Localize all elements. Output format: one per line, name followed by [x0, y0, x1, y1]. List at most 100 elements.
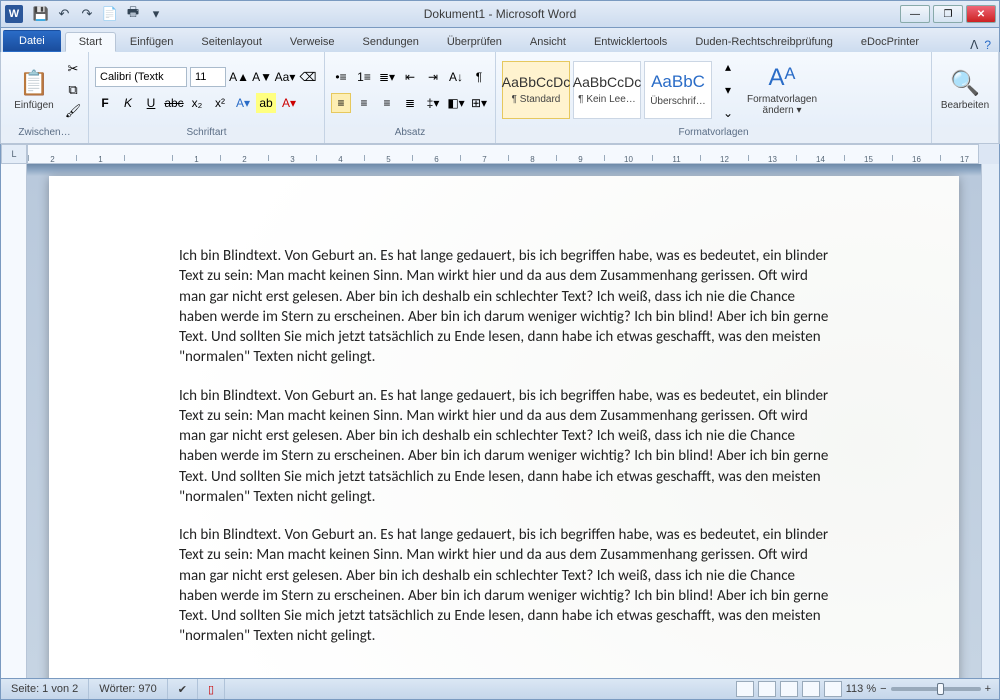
shading-button[interactable]: ◧▾: [446, 93, 466, 113]
subscript-button[interactable]: x₂: [187, 93, 207, 113]
ribbon-tabs: Datei Start Einfügen Seitenlayout Verwei…: [0, 28, 1000, 52]
change-case-button[interactable]: Aa▾: [275, 67, 295, 87]
highlight-button[interactable]: ab: [256, 93, 276, 113]
tab-file[interactable]: Datei: [3, 30, 61, 52]
tab-view[interactable]: Ansicht: [516, 32, 580, 52]
justify-button[interactable]: ≣: [400, 93, 420, 113]
group-label: [932, 127, 998, 143]
superscript-button[interactable]: x²: [210, 93, 230, 113]
paste-button[interactable]: 📋 Einfügen: [7, 57, 61, 123]
align-center-button[interactable]: ≡: [354, 93, 374, 113]
editing-button[interactable]: 🔍 Bearbeiten: [938, 57, 992, 123]
tab-edocprinter[interactable]: eDocPrinter: [847, 32, 933, 52]
zoom-out-button[interactable]: −: [880, 683, 886, 695]
zoom-in-button[interactable]: +: [985, 683, 991, 695]
outdent-button[interactable]: ⇤: [400, 67, 420, 87]
paragraph[interactable]: Ich bin Blindtext. Von Geburt an. Es hat…: [179, 525, 829, 647]
style-no-spacing[interactable]: AaBbCcDc ¶ Kein Lee…: [573, 61, 641, 119]
page[interactable]: Ich bin Blindtext. Von Geburt an. Es hat…: [49, 176, 959, 678]
help-icon[interactable]: ?: [984, 38, 991, 52]
horizontal-ruler-row: L 21 123 456 789 101112 131415 161718: [0, 144, 1000, 164]
style-heading1[interactable]: AaBbC Überschrif…: [644, 61, 712, 119]
font-name-combo[interactable]: Calibri (Textk: [95, 67, 187, 87]
tab-mailings[interactable]: Sendungen: [349, 32, 433, 52]
show-marks-button[interactable]: ¶: [469, 67, 489, 87]
group-label: Zwischen…: [1, 127, 88, 143]
font-color-button[interactable]: A▾: [279, 93, 299, 113]
view-outline[interactable]: [802, 681, 820, 697]
undo-button[interactable]: ↶: [54, 5, 74, 23]
tab-developer[interactable]: Entwicklertools: [580, 32, 681, 52]
paragraph[interactable]: Ich bin Blindtext. Von Geburt an. Es hat…: [179, 246, 829, 368]
close-button[interactable]: ✕: [966, 5, 996, 23]
document-scroll-area[interactable]: Ich bin Blindtext. Von Geburt an. Es hat…: [27, 164, 981, 678]
app-icon: W: [5, 5, 23, 23]
text-effects-button[interactable]: A▾: [233, 93, 253, 113]
redo-button[interactable]: ↷: [77, 5, 97, 23]
styles-row-down[interactable]: ▾: [718, 80, 738, 100]
change-styles-button[interactable]: Aᴬ Formatvorlagen ändern ▾: [741, 57, 823, 123]
grow-font-button[interactable]: A▲: [229, 67, 249, 87]
maximize-button[interactable]: ❐: [933, 5, 963, 23]
tab-review[interactable]: Überprüfen: [433, 32, 516, 52]
zoom-value[interactable]: 113 %: [846, 683, 876, 695]
indent-button[interactable]: ⇥: [423, 67, 443, 87]
titlebar: W 💾 ↶ ↷ 📄 🖶 ▾ Dokument1 - Microsoft Word…: [0, 0, 1000, 28]
copy-button[interactable]: ⧉: [64, 81, 82, 99]
clear-format-button[interactable]: ⌫: [298, 67, 318, 87]
borders-button[interactable]: ⊞▾: [469, 93, 489, 113]
quick-print-button[interactable]: 🖶: [123, 5, 143, 23]
tab-page-layout[interactable]: Seitenlayout: [187, 32, 276, 52]
underline-button[interactable]: U: [141, 93, 161, 113]
font-size-combo[interactable]: 11: [190, 67, 226, 87]
status-words[interactable]: Wörter: 970: [89, 679, 167, 699]
tab-insert[interactable]: Einfügen: [116, 32, 187, 52]
vertical-scrollbar[interactable]: [981, 164, 999, 678]
qat-dropdown[interactable]: ▾: [146, 5, 166, 23]
new-doc-button[interactable]: 📄: [100, 5, 120, 23]
horizontal-ruler[interactable]: 21 123 456 789 101112 131415 161718: [27, 144, 979, 164]
cut-button[interactable]: ✂: [64, 60, 82, 78]
minimize-button[interactable]: —: [900, 5, 930, 23]
style-standard[interactable]: AaBbCcDc ¶ Standard: [502, 61, 570, 119]
view-print-layout[interactable]: [736, 681, 754, 697]
align-right-button[interactable]: ≡: [377, 93, 397, 113]
bold-button[interactable]: F: [95, 93, 115, 113]
clipboard-icon: 📋: [19, 69, 49, 98]
group-font: Calibri (Textk 11 A▲ A▼ Aa▾ ⌫ F K U abc …: [89, 52, 325, 143]
group-styles: AaBbCcDc ¶ Standard AaBbCcDc ¶ Kein Lee……: [496, 52, 932, 143]
multilevel-button[interactable]: ≣▾: [377, 67, 397, 87]
zoom-slider[interactable]: [891, 687, 981, 691]
styles-row-up[interactable]: ▴: [718, 57, 738, 77]
quick-access-toolbar: 💾 ↶ ↷ 📄 🖶 ▾: [31, 5, 166, 23]
shrink-font-button[interactable]: A▼: [252, 67, 272, 87]
group-label: Absatz: [325, 127, 495, 143]
status-proofing[interactable]: ✔: [168, 679, 198, 699]
tab-duden[interactable]: Duden-Rechtschreibprüfung: [681, 32, 847, 52]
bullets-button[interactable]: •≡: [331, 67, 351, 87]
tab-references[interactable]: Verweise: [276, 32, 349, 52]
workspace: Ich bin Blindtext. Von Geburt an. Es hat…: [0, 164, 1000, 678]
line-spacing-button[interactable]: ‡▾: [423, 93, 443, 113]
status-macro[interactable]: ▯: [198, 679, 225, 699]
ruler-corner: L: [1, 144, 27, 164]
ribbon: 📋 Einfügen ✂ ⧉ 🖌 Zwischen… Calibri (Text…: [0, 52, 1000, 144]
paragraph[interactable]: Ich bin Blindtext. Von Geburt an. Es hat…: [179, 386, 829, 508]
format-painter-button[interactable]: 🖌: [64, 102, 82, 120]
strikethrough-button[interactable]: abc: [164, 93, 184, 113]
numbering-button[interactable]: 1≡: [354, 67, 374, 87]
sort-button[interactable]: A↓: [446, 67, 466, 87]
view-draft[interactable]: [824, 681, 842, 697]
tab-start[interactable]: Start: [65, 32, 116, 52]
status-page[interactable]: Seite: 1 von 2: [1, 679, 89, 699]
vertical-ruler[interactable]: [1, 164, 27, 678]
view-fullscreen[interactable]: [758, 681, 776, 697]
styles-expand[interactable]: ⌄: [718, 103, 738, 123]
ribbon-minimize-icon[interactable]: ᐱ: [970, 38, 978, 52]
group-label: Formatvorlagen: [496, 127, 931, 143]
italic-button[interactable]: K: [118, 93, 138, 113]
ruler-toggle[interactable]: [979, 144, 999, 164]
align-left-button[interactable]: ≡: [331, 93, 351, 113]
save-button[interactable]: 💾: [31, 5, 51, 23]
view-web-layout[interactable]: [780, 681, 798, 697]
